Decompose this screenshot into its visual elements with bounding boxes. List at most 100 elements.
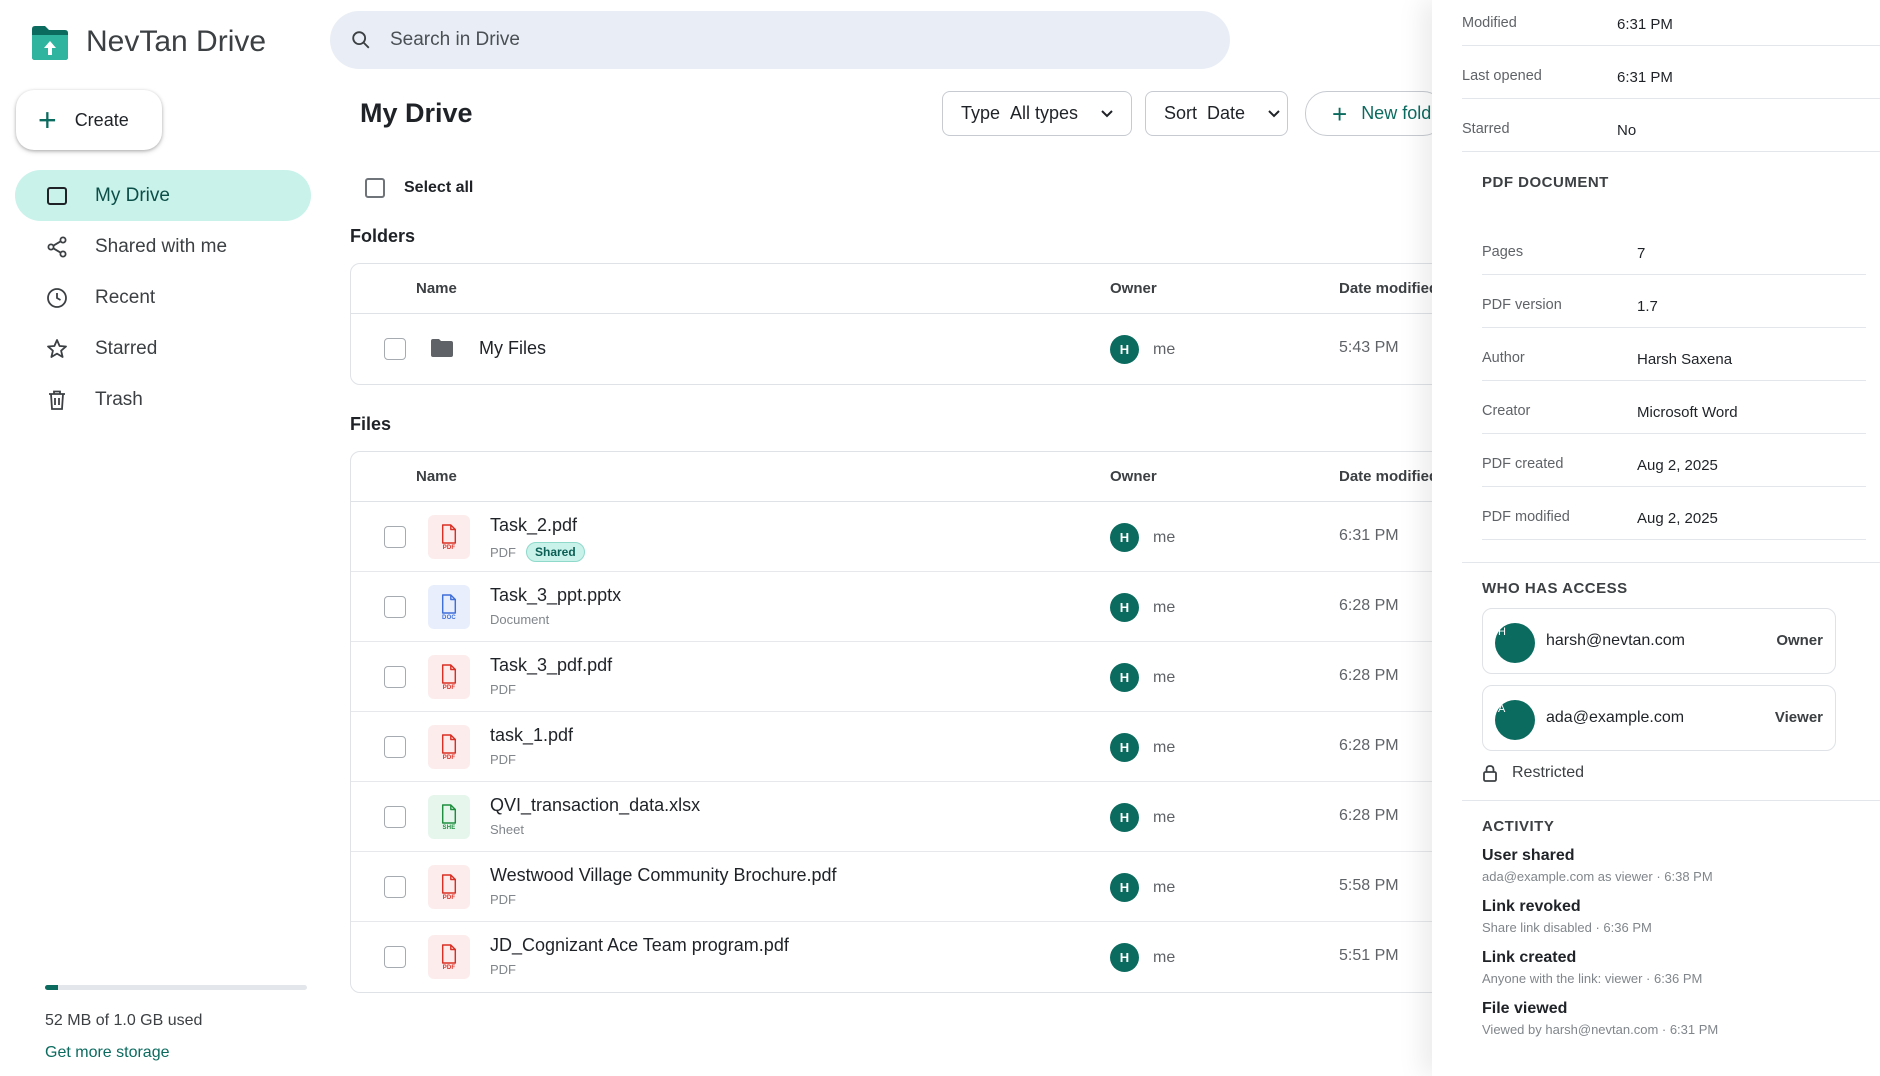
owner-cell: Hme xyxy=(1110,663,1175,692)
new-folder-button[interactable]: + New folder xyxy=(1305,91,1445,136)
link-restriction[interactable]: Restricted xyxy=(1482,764,1584,782)
column-owner[interactable]: Owner xyxy=(1110,280,1157,297)
access-role[interactable]: Owner xyxy=(1776,632,1823,649)
drive-logo-icon xyxy=(32,26,68,60)
avatar: H xyxy=(1110,803,1139,832)
sidebar-item-shared-with-me[interactable]: Shared with me xyxy=(15,221,311,272)
select-all[interactable]: Select all xyxy=(365,178,473,198)
get-more-storage-link[interactable]: Get more storage xyxy=(45,1044,307,1062)
activity-item: File viewed Viewed by harsh@nevtan.com · … xyxy=(1482,1000,1718,1037)
activity-title: Link revoked xyxy=(1482,898,1581,915)
sidebar-item-trash[interactable]: Trash xyxy=(15,374,311,425)
pdf-file-icon: PDF xyxy=(428,865,470,909)
date-modified: 6:28 PM xyxy=(1339,737,1399,754)
detail-row: Modified 6:31 PM xyxy=(1462,15,1842,33)
sidebar-item-label: Shared with me xyxy=(95,235,228,257)
date-modified: 5:43 PM xyxy=(1339,339,1399,356)
activity-description: Share link disabled · 6:36 PM xyxy=(1482,920,1652,935)
detail-key: Creator xyxy=(1482,403,1531,419)
avatar: H xyxy=(1110,663,1139,692)
sidebar-item-my-drive[interactable]: My Drive xyxy=(15,170,311,221)
date-modified: 6:28 PM xyxy=(1339,807,1399,824)
access-entry[interactable]: H harsh@nevtan.com Owner xyxy=(1482,608,1836,674)
table-row[interactable]: DOC Task_3_ppt.pptx Document Hme 6:28 PM xyxy=(351,572,1459,642)
file-meta: PDF xyxy=(490,962,516,977)
detail-value: Harsh Saxena xyxy=(1637,351,1733,368)
brand[interactable]: NevTan Drive xyxy=(30,22,266,62)
create-label: Create xyxy=(74,109,129,130)
table-row[interactable]: My Files H me 5:43 PM xyxy=(351,314,1459,384)
row-checkbox[interactable] xyxy=(384,338,406,360)
detail-value: 6:31 PM xyxy=(1617,16,1673,33)
owner-cell: Hme xyxy=(1110,873,1175,902)
file-name: Task_3_ppt.pptx xyxy=(490,585,622,605)
detail-key: PDF modified xyxy=(1482,509,1570,525)
table-row[interactable]: PDF Task_2.pdf PDF Shared Hme 6:31 PM xyxy=(351,502,1459,572)
access-role[interactable]: Viewer xyxy=(1775,709,1823,726)
sidebar-nav: My Drive Shared with me Recent Starred T… xyxy=(15,170,311,425)
table-row[interactable]: PDF JD_Cognizant Ace Team program.pdf PDF H… xyxy=(351,922,1459,992)
row-checkbox[interactable] xyxy=(384,806,406,828)
search-input[interactable] xyxy=(390,29,1170,51)
sort-filter[interactable]: Sort Date xyxy=(1145,91,1288,136)
restricted-label: Restricted xyxy=(1512,764,1585,781)
pdf-file-icon: PDF xyxy=(428,655,470,699)
table-row[interactable]: PDF Task_3_pdf.pdf PDF Hme 6:28 PM xyxy=(351,642,1459,712)
column-date-modified[interactable]: Date modified xyxy=(1339,468,1438,485)
column-owner[interactable]: Owner xyxy=(1110,468,1157,485)
table-row[interactable]: SHE QVI_transaction_data.xlsx Sheet Hme 6:28… xyxy=(351,782,1459,852)
divider xyxy=(1462,800,1880,801)
activity-title: Link created xyxy=(1482,949,1577,966)
avatar: A xyxy=(1495,700,1535,740)
sidebar-item-recent[interactable]: Recent xyxy=(15,272,311,323)
column-name[interactable]: Name xyxy=(416,468,457,485)
detail-row: Last opened 6:31 PM xyxy=(1462,68,1842,86)
trash-icon xyxy=(49,390,65,410)
pdf-file-icon: PDF xyxy=(428,935,470,979)
table-row[interactable]: PDF Westwood Village Community Brochure.p… xyxy=(351,852,1459,922)
owner-name: me xyxy=(1153,738,1176,756)
who-has-access-heading: WHO HAS ACCESS xyxy=(1482,580,1628,597)
detail-key: PDF created xyxy=(1482,456,1564,472)
owner-name: me xyxy=(1153,808,1176,826)
detail-key: Author xyxy=(1482,350,1525,366)
files-heading: Files xyxy=(350,414,392,434)
divider xyxy=(1482,539,1866,540)
create-button[interactable]: + Create xyxy=(16,90,162,150)
column-name[interactable]: Name xyxy=(416,280,457,297)
row-checkbox[interactable] xyxy=(384,666,406,688)
page-title: My Drive xyxy=(360,98,473,128)
row-checkbox[interactable] xyxy=(384,526,406,548)
file-name: Task_2.pdf xyxy=(490,515,578,535)
detail-value: 1.7 xyxy=(1637,298,1658,315)
detail-key: Pages xyxy=(1482,244,1524,260)
file-type-tag: PDF xyxy=(442,685,456,691)
avatar: H xyxy=(1110,873,1139,902)
detail-row: Pages 7 xyxy=(1482,244,1862,262)
type-filter-label: Type xyxy=(961,103,1001,123)
file-meta: PDF xyxy=(490,752,516,767)
access-entry[interactable]: A ada@example.com Viewer xyxy=(1482,685,1836,751)
column-date-modified[interactable]: Date modified xyxy=(1339,280,1438,297)
pdf-document-heading: PDF DOCUMENT xyxy=(1482,174,1609,191)
row-checkbox[interactable] xyxy=(384,876,406,898)
row-checkbox[interactable] xyxy=(384,946,406,968)
row-checkbox[interactable] xyxy=(384,596,406,618)
file-meta: PDF xyxy=(490,682,516,697)
files-table: Name Owner Date modified PDF Task_2.pdf PD… xyxy=(350,451,1460,993)
storage-bar xyxy=(45,985,307,990)
search-bar[interactable] xyxy=(330,11,1230,69)
table-row[interactable]: PDF task_1.pdf PDF Hme 6:28 PM xyxy=(351,712,1459,782)
type-filter[interactable]: Type All types xyxy=(942,91,1132,136)
file-kind: PDF xyxy=(490,682,516,697)
sidebar-item-starred[interactable]: Starred xyxy=(15,323,311,374)
select-all-checkbox[interactable] xyxy=(365,178,385,198)
file-type-tag: PDF xyxy=(442,965,456,971)
table-header: Name Owner Date modified xyxy=(351,264,1459,314)
file-kind: PDF xyxy=(490,544,516,560)
date-modified: 6:31 PM xyxy=(1339,527,1399,544)
storage-used-text: 52 MB of 1.0 GB used xyxy=(45,1012,203,1029)
file-type-tag: SHE xyxy=(442,825,456,831)
file-kind: Document xyxy=(490,612,550,627)
row-checkbox[interactable] xyxy=(384,736,406,758)
